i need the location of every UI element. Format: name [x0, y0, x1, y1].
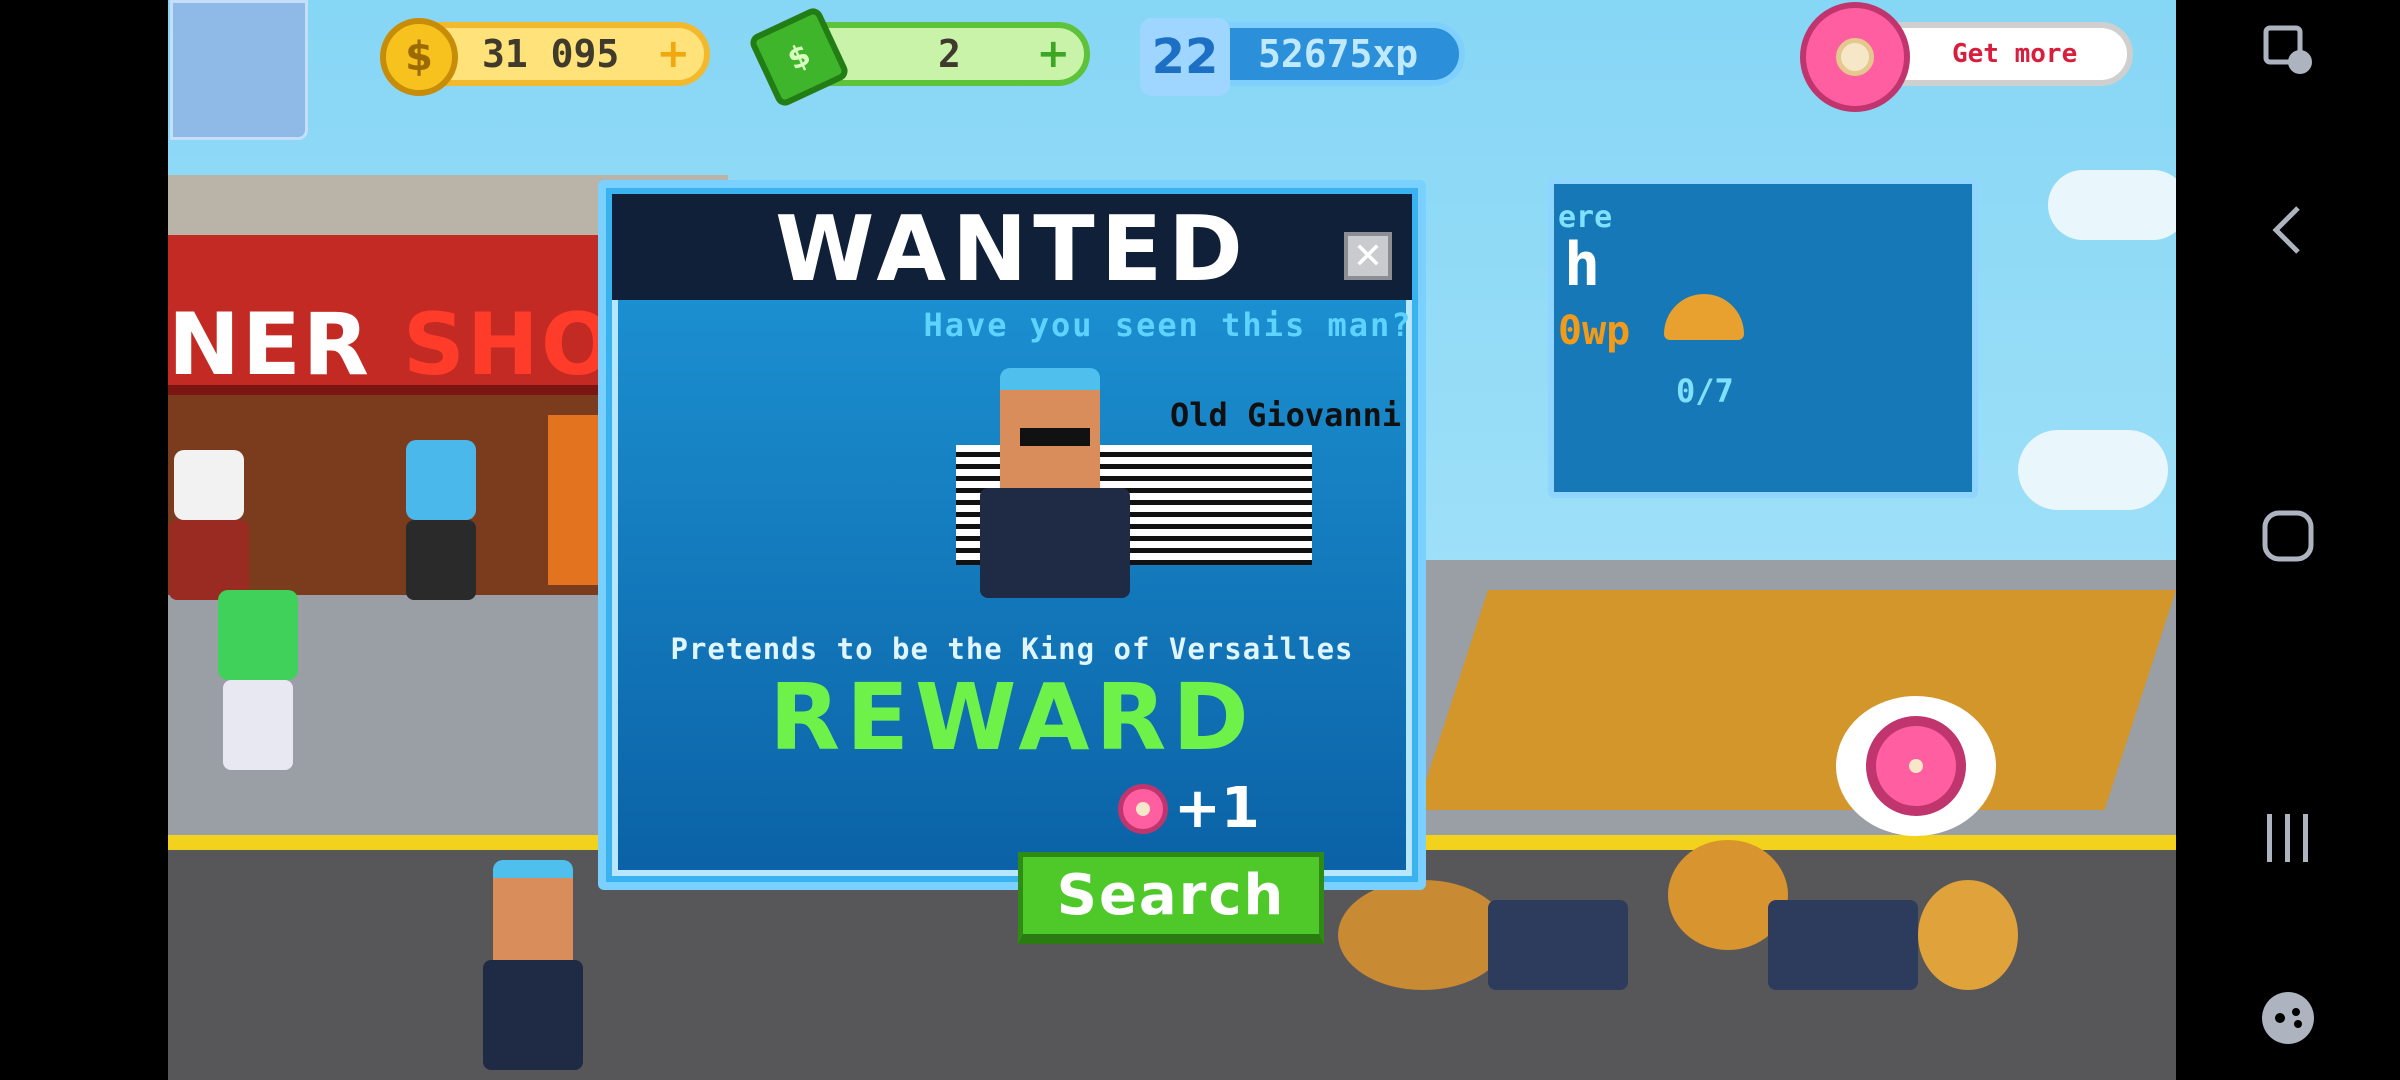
xp-value: 52675xp	[1258, 32, 1419, 76]
add-cash-button[interactable]: +	[1036, 31, 1070, 77]
star-level-icon: 22	[1140, 18, 1230, 96]
suspect-portrait	[960, 368, 1160, 608]
npc-white-hair[interactable]	[168, 450, 254, 610]
coin-icon: $	[380, 18, 458, 96]
game-controller-icon[interactable]	[2176, 988, 2400, 1058]
donut-bubble[interactable]	[1836, 696, 2004, 846]
modal-header: WANTED ✕	[612, 194, 1412, 300]
cash-value: 2	[938, 32, 961, 76]
coins-counter[interactable]: $ 31 095 +	[380, 18, 710, 96]
shop-sign-left: NER	[168, 295, 371, 395]
side-panel-value: h	[1564, 230, 1601, 300]
suspect-description: Pretends to be the King of Versailles	[670, 632, 1354, 666]
npc-green-hair[interactable]	[208, 590, 308, 780]
cloud	[2018, 430, 2168, 510]
coins-value: 31 095	[482, 32, 620, 76]
home-icon[interactable]	[2176, 508, 2400, 578]
back-icon[interactable]	[2176, 200, 2400, 270]
sunglasses	[1020, 428, 1090, 446]
add-coins-button[interactable]: +	[656, 31, 690, 77]
npc-giovanni-wandering[interactable]	[468, 860, 598, 1080]
side-panel-progress: 0/7	[1676, 372, 1734, 410]
modal-title: WANTED	[775, 197, 1249, 302]
cloud	[2048, 170, 2176, 240]
reward-label: REWARD	[769, 664, 1255, 771]
close-icon: ✕	[1352, 235, 1384, 277]
left-letterbox	[0, 0, 168, 1080]
xp-counter[interactable]: 22 52675xp	[1140, 18, 1465, 96]
close-button[interactable]: ✕	[1344, 232, 1392, 280]
donut-counter[interactable]: Get more	[1800, 2, 2133, 112]
helmet-icon	[1664, 294, 1744, 340]
side-quest-panel[interactable]: ere h 0wp 0/7	[1548, 178, 1978, 498]
donut-icon	[1800, 2, 1910, 112]
npc-blue-hair[interactable]	[396, 440, 486, 620]
search-button[interactable]: Search	[1018, 852, 1324, 944]
donut-icon	[1866, 716, 1966, 816]
reward-amount: +1	[1118, 776, 1260, 841]
reward-value: +1	[1174, 776, 1260, 841]
screenshot-tool-icon[interactable]	[2176, 22, 2400, 92]
construction-lot	[1416, 590, 2176, 810]
donut-icon	[1118, 783, 1168, 834]
recents-icon[interactable]	[2176, 810, 2400, 880]
suspect-name: Old Giovanni	[1170, 396, 1402, 434]
wanted-question: Have you seen this man?	[923, 306, 1413, 344]
system-navigation-bar	[2176, 0, 2400, 1080]
player-avatar[interactable]	[170, 0, 308, 140]
get-more-label[interactable]: Get more	[1952, 39, 2077, 69]
level-value: 22	[1151, 29, 1219, 85]
npc-bearded[interactable]	[1768, 860, 2028, 1010]
side-panel-wp: 0wp	[1558, 308, 1631, 354]
cash-counter[interactable]: $ 2 +	[747, 5, 1090, 109]
